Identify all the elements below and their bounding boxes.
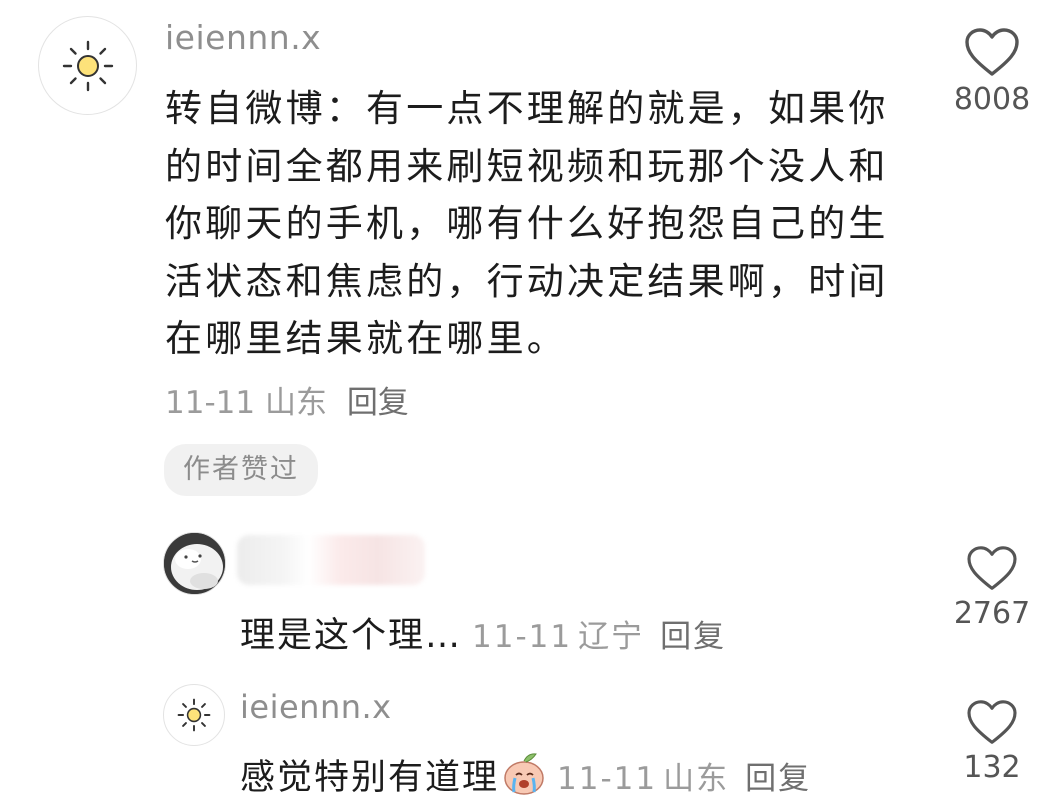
reply-button[interactable]: 回复: [660, 619, 726, 655]
heart-outline-icon[interactable]: [966, 546, 1018, 592]
reply-date: 11-11: [472, 619, 573, 655]
reply-text: 感觉特别有道理: [240, 758, 500, 798]
reply-content: 感觉特别有道理 11-11 山东 回复: [240, 749, 811, 804]
reply-text: 理是这个理…: [240, 616, 463, 656]
heart-outline-icon[interactable]: [966, 700, 1018, 746]
reply-username[interactable]: ieiennn.x: [240, 688, 392, 726]
like-button[interactable]: 2767: [953, 546, 1031, 631]
avatar[interactable]: [38, 16, 137, 115]
reply-location: 辽宁: [578, 619, 645, 655]
comment-location: 山东: [264, 385, 327, 421]
reply-content: 理是这个理… 11-11 辽宁 回复: [240, 607, 726, 658]
reply-location: 山东: [663, 761, 730, 797]
comment-meta: 11-11 山东 回复: [165, 377, 409, 422]
author-liked-badge: 作者赞过: [164, 444, 318, 496]
comment-username[interactable]: ieiennn.x: [165, 18, 321, 57]
like-count: 132: [963, 750, 1021, 785]
like-count: 2767: [953, 596, 1031, 631]
like-button[interactable]: 132: [955, 700, 1029, 785]
crying-peach-emoji-icon: [501, 751, 547, 804]
avatar[interactable]: [163, 532, 226, 595]
blurred-username[interactable]: [237, 535, 425, 585]
reply-date: 11-11: [557, 761, 658, 797]
like-button[interactable]: 8008: [953, 28, 1031, 117]
like-count: 8008: [953, 82, 1031, 117]
avatar[interactable]: [163, 684, 225, 746]
heart-outline-icon[interactable]: [964, 28, 1020, 78]
reply-button[interactable]: 回复: [745, 761, 811, 797]
sun-icon: [177, 698, 211, 732]
sun-icon: [62, 40, 113, 91]
white-cat-avatar: [164, 533, 225, 594]
reply-button[interactable]: 回复: [347, 385, 409, 421]
comment-date: 11-11: [165, 385, 256, 421]
comment-text: 转自微博：有一点不理解的就是，如果你的时间全都用来刷短视频和玩那个没人和你聊天的…: [165, 87, 889, 360]
